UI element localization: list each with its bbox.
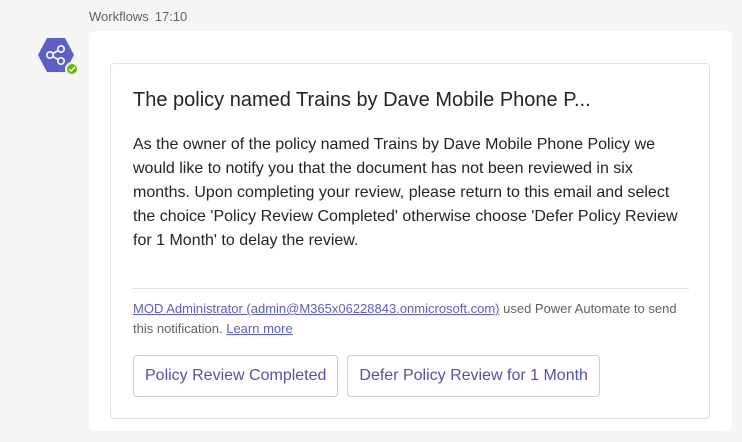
message-time: 17:10 [154,9,188,24]
learn-more-link[interactable]: Learn more [226,321,292,336]
card-title: The policy named Trains by Dave Mobile P… [133,89,591,111]
avatar[interactable] [37,36,79,76]
card-actions: Policy Review Completed Defer Policy Rev… [133,355,600,397]
divider [133,288,689,289]
card-footer: MOD Administrator (admin@M365x06228843.o… [133,299,689,339]
sender-link[interactable]: MOD Administrator (admin@M365x06228843.o… [133,301,500,316]
card-body: As the owner of the policy named Trains … [133,136,678,249]
defer-policy-review-button[interactable]: Defer Policy Review for 1 Month [347,355,600,397]
policy-review-completed-button[interactable]: Policy Review Completed [133,355,339,397]
status-available-icon [65,62,79,76]
adaptive-card: The policy named Trains by Dave Mobile P… [110,63,710,419]
sender-name: Workflows [89,9,149,24]
message-header: Workflows 17:10 [89,9,187,24]
